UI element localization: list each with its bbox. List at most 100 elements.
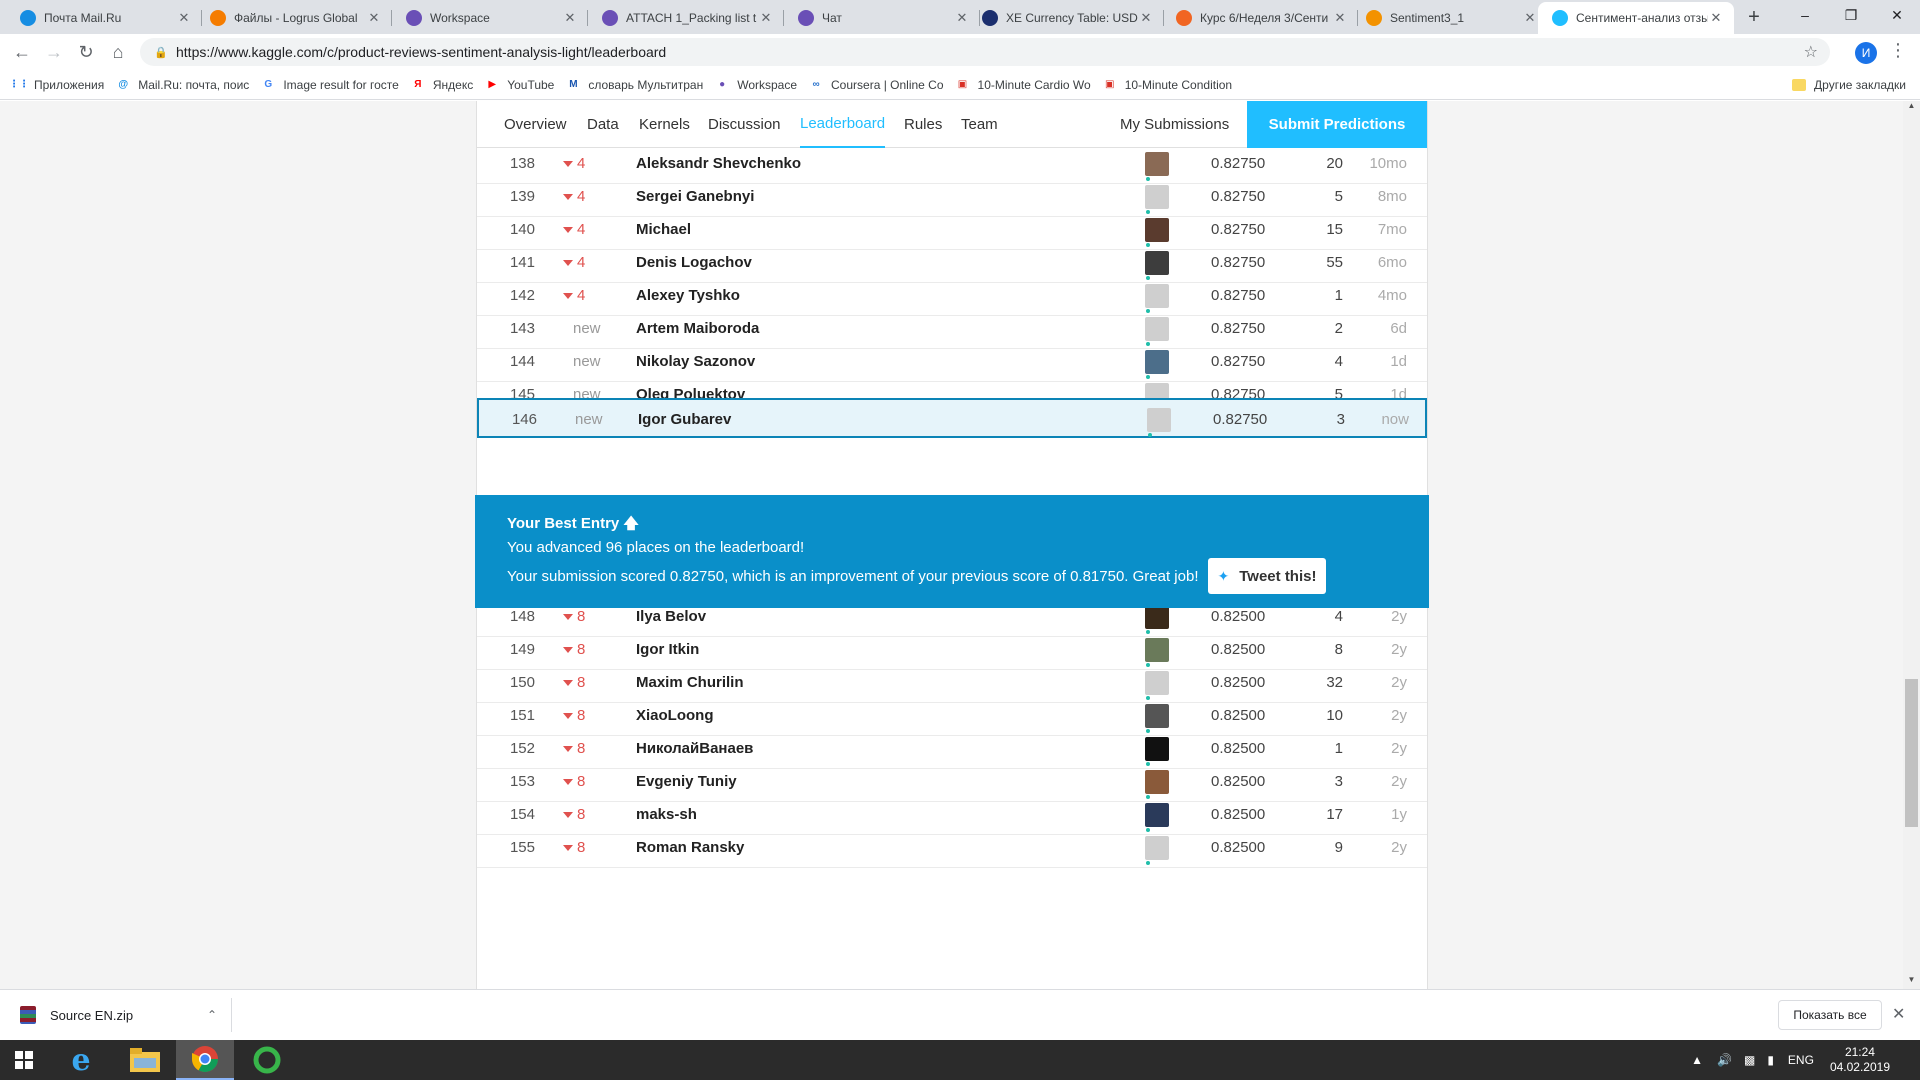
- new-tab-button[interactable]: +: [1740, 2, 1768, 32]
- bookmark-item[interactable]: ● Workspace: [715, 78, 797, 92]
- scroll-up-arrow-icon[interactable]: ▲: [1903, 101, 1920, 115]
- team-name[interactable]: Sergei Ganebnyi: [636, 188, 754, 205]
- avatar[interactable]: [1145, 803, 1169, 827]
- tweet-button[interactable]: ✦ Tweet this!: [1208, 558, 1326, 594]
- team-name[interactable]: Igor Itkin: [636, 641, 699, 658]
- browser-tab[interactable]: Сентимент-анализ отзы ✕: [1538, 2, 1734, 34]
- submit-predictions-button[interactable]: Submit Predictions: [1247, 101, 1427, 148]
- browser-tab[interactable]: Почта Mail.Ru ✕: [6, 2, 202, 34]
- avatar[interactable]: [1145, 605, 1169, 629]
- close-tab-icon[interactable]: ✕: [1332, 10, 1348, 26]
- windows-start-icon[interactable]: [0, 1040, 48, 1080]
- browser-tab[interactable]: Чат ✕: [784, 2, 980, 34]
- tab-discussion[interactable]: Discussion: [708, 101, 781, 148]
- close-tab-icon[interactable]: ✕: [1522, 10, 1538, 26]
- avatar[interactable]: [1147, 408, 1171, 432]
- restore-button[interactable]: ❐: [1828, 0, 1874, 30]
- close-tab-icon[interactable]: ✕: [366, 10, 382, 26]
- scrollbar-thumb[interactable]: [1905, 679, 1918, 827]
- avatar[interactable]: [1145, 317, 1169, 341]
- bookmark-item[interactable]: ▶ YouTube: [485, 78, 554, 92]
- avatar[interactable]: [1145, 671, 1169, 695]
- bookmark-item[interactable]: ∞ Coursera | Online Co: [809, 78, 943, 92]
- bookmark-item[interactable]: ▣ 10-Minute Cardio Wo: [956, 78, 1091, 92]
- team-name[interactable]: Maxim Churilin: [636, 674, 744, 691]
- close-tab-icon[interactable]: ✕: [1138, 10, 1154, 26]
- page-scrollbar[interactable]: ▲ ▼: [1903, 101, 1920, 989]
- bookmark-item[interactable]: Mсловарь Мультитран: [566, 78, 703, 92]
- tab-rules[interactable]: Rules: [904, 101, 942, 148]
- browser-tab[interactable]: XE Currency Table: USD ✕: [968, 2, 1164, 34]
- other-bookmarks[interactable]: Другие закладки: [1792, 78, 1906, 92]
- team-name[interactable]: XiaoLoong: [636, 707, 714, 724]
- avatar[interactable]: [1145, 836, 1169, 860]
- avatar[interactable]: [1145, 737, 1169, 761]
- profile-avatar[interactable]: И: [1855, 42, 1877, 64]
- browser-tab[interactable]: Файлы - Logrus Global ✕: [196, 2, 392, 34]
- avatar[interactable]: [1145, 185, 1169, 209]
- avatar[interactable]: [1145, 218, 1169, 242]
- bookmark-item[interactable]: ⋮⋮ Приложения: [12, 78, 104, 92]
- internet-explorer-icon[interactable]: e: [52, 1040, 110, 1080]
- avatar[interactable]: [1145, 770, 1169, 794]
- avatar[interactable]: [1145, 638, 1169, 662]
- chrome-icon[interactable]: [176, 1040, 234, 1080]
- tray-expand-icon[interactable]: ▲: [1691, 1053, 1703, 1067]
- back-button[interactable]: ←: [8, 38, 36, 66]
- language-indicator[interactable]: ENG: [1788, 1053, 1814, 1067]
- avatar[interactable]: [1145, 251, 1169, 275]
- network-icon[interactable]: ▩: [1744, 1053, 1755, 1067]
- reload-button[interactable]: ↻: [72, 38, 100, 66]
- bookmark-item[interactable]: G Image result for госте: [261, 78, 398, 92]
- tab-data[interactable]: Data: [587, 101, 619, 148]
- tab-kernels[interactable]: Kernels: [639, 101, 690, 148]
- team-name[interactable]: НиколайВанаев: [636, 740, 753, 757]
- browser-menu-icon[interactable]: ⋮: [1888, 40, 1908, 64]
- bookmark-item[interactable]: Я Яндекс: [411, 78, 473, 92]
- green-app-icon[interactable]: [238, 1040, 296, 1080]
- avatar[interactable]: [1145, 350, 1169, 374]
- team-name[interactable]: Alexey Tyshko: [636, 287, 740, 304]
- avatar[interactable]: [1145, 152, 1169, 176]
- team-name[interactable]: Evgeniy Tuniy: [636, 773, 737, 790]
- tab-overview[interactable]: Overview: [504, 101, 567, 148]
- scroll-down-arrow-icon[interactable]: ▼: [1903, 975, 1920, 989]
- volume-icon[interactable]: 🔊: [1717, 1053, 1732, 1067]
- bookmark-star-icon[interactable]: ☆: [1804, 42, 1818, 62]
- team-name[interactable]: Igor Gubarev: [638, 411, 731, 428]
- home-button[interactable]: ⌂: [104, 38, 132, 66]
- browser-tab[interactable]: Sentiment3_1 ✕: [1352, 2, 1548, 34]
- team-name[interactable]: Aleksandr Shevchenko: [636, 155, 801, 172]
- browser-tab[interactable]: ATTACH 1_Packing list t ✕: [588, 2, 784, 34]
- close-tab-icon[interactable]: ✕: [758, 10, 774, 26]
- tab-team[interactable]: Team: [961, 101, 998, 148]
- avatar[interactable]: [1145, 284, 1169, 308]
- file-explorer-icon[interactable]: [116, 1040, 174, 1080]
- close-tab-icon[interactable]: ✕: [562, 10, 578, 26]
- my-submissions-link[interactable]: My Submissions: [1120, 101, 1229, 148]
- avatar[interactable]: [1145, 704, 1169, 728]
- browser-tab[interactable]: Workspace ✕: [392, 2, 588, 34]
- chevron-up-icon[interactable]: ⌃: [207, 1008, 217, 1022]
- team-name[interactable]: Ilya Belov: [636, 608, 706, 625]
- minimize-button[interactable]: –: [1782, 0, 1828, 30]
- clock[interactable]: 21:24 04.02.2019: [1830, 1045, 1890, 1075]
- my-leaderboard-row[interactable]: 146 new Igor Gubarev 0.82750 3 now: [477, 398, 1427, 438]
- team-name[interactable]: Roman Ransky: [636, 839, 744, 856]
- browser-tab[interactable]: Курс 6/Неделя 3/Сенти ✕: [1162, 2, 1358, 34]
- close-window-button[interactable]: ✕: [1874, 0, 1920, 30]
- leaderboard-row[interactable]: 155 8 Roman Ransky 0.82500 9 2y: [477, 828, 1427, 868]
- bookmark-item[interactable]: ▣ 10-Minute Condition: [1103, 78, 1232, 92]
- tab-leaderboard[interactable]: Leaderboard: [800, 101, 886, 148]
- show-all-downloads-button[interactable]: Показать все: [1778, 1000, 1882, 1030]
- team-name[interactable]: Artem Maiboroda: [636, 320, 759, 337]
- close-tab-icon[interactable]: ✕: [1708, 10, 1724, 26]
- signal-icon[interactable]: ▮: [1767, 1053, 1774, 1067]
- close-tab-icon[interactable]: ✕: [176, 10, 192, 26]
- team-name[interactable]: Nikolay Sazonov: [636, 353, 755, 370]
- forward-button[interactable]: →: [40, 38, 68, 66]
- team-name[interactable]: maks-sh: [636, 806, 697, 823]
- team-name[interactable]: Denis Logachov: [636, 254, 752, 271]
- close-downloads-icon[interactable]: ✕: [1892, 1004, 1905, 1024]
- address-bar[interactable]: 🔒 https://www.kaggle.com/c/product-revie…: [140, 38, 1830, 66]
